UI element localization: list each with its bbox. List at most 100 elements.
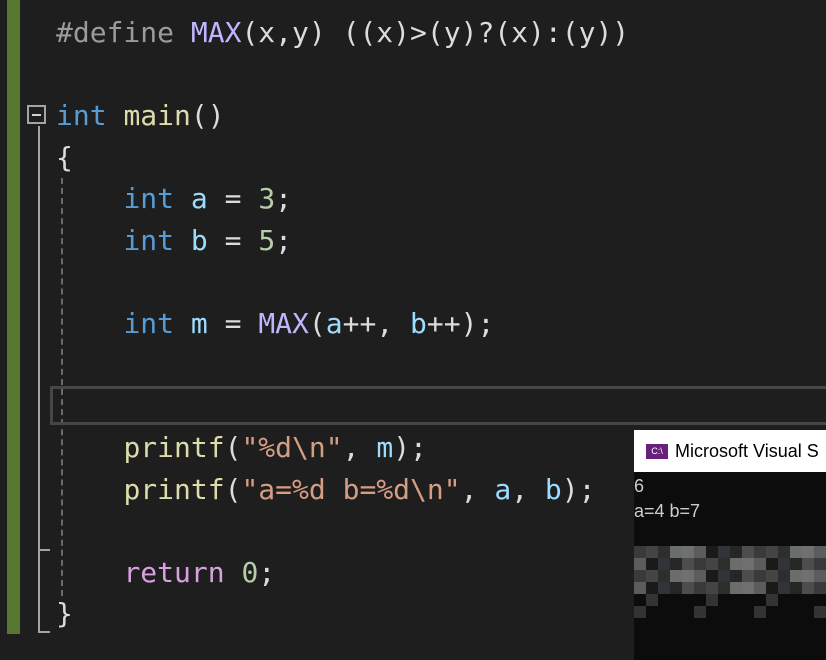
mosaic-cell — [706, 546, 718, 558]
code-token: m — [190, 306, 208, 340]
mosaic-cell — [658, 594, 670, 606]
code-line[interactable]: int a = 3; — [56, 178, 292, 220]
mosaic-cell — [682, 546, 694, 558]
code-token: b — [410, 306, 427, 340]
code-token: (x,y) ((x)>(y)?(x):(y)) — [241, 16, 630, 49]
code-token: { — [56, 140, 73, 174]
mosaic-cell — [802, 582, 814, 594]
mosaic-cell — [790, 594, 802, 606]
mosaic-cell — [742, 594, 754, 606]
mosaic-cell — [694, 582, 706, 594]
code-line[interactable]: int m = MAX(a++, b++); — [56, 303, 494, 345]
code-token: , — [342, 431, 377, 464]
console-app-icon: C:\ — [646, 443, 668, 459]
mosaic-cell — [802, 546, 814, 558]
mosaic-cell — [658, 606, 670, 618]
mosaic-cell — [814, 606, 826, 618]
code-token: b — [190, 223, 208, 257]
code-token: ; — [275, 182, 293, 215]
mosaic-cell — [814, 570, 826, 582]
mosaic-cell — [670, 558, 682, 570]
mosaic-cell — [682, 594, 694, 606]
blurred-region — [634, 546, 826, 618]
mosaic-cell — [790, 570, 802, 582]
collapse-icon[interactable] — [27, 105, 46, 124]
code-token: m — [376, 431, 394, 464]
code-token: = — [207, 223, 259, 257]
code-token: int — [123, 306, 191, 340]
code-token: printf — [123, 472, 225, 506]
mosaic-cell — [718, 558, 730, 570]
mosaic-cell — [778, 546, 790, 558]
code-token: ++, — [342, 306, 411, 340]
mosaic-cell — [778, 594, 790, 606]
mosaic-cell — [754, 606, 766, 618]
mosaic-cell — [694, 558, 706, 570]
code-line[interactable]: int b = 5; — [56, 220, 292, 262]
mosaic-cell — [718, 606, 730, 618]
mosaic-cell — [706, 582, 718, 594]
mosaic-cell — [730, 570, 742, 582]
code-line[interactable]: printf("a=%d b=%d\n", a, b); — [56, 469, 595, 511]
console-window[interactable]: C:\ Microsoft Visual S 6 a=4 b=7 — [634, 430, 826, 660]
mosaic-cell — [706, 570, 718, 582]
change-margin-bar — [7, 0, 20, 634]
mosaic-cell — [742, 606, 754, 618]
mosaic-cell — [658, 582, 670, 594]
mosaic-cell — [766, 582, 778, 594]
mosaic-cell — [790, 582, 802, 594]
mosaic-cell — [778, 606, 790, 618]
mosaic-cell — [778, 582, 790, 594]
mosaic-cell — [814, 594, 826, 606]
mosaic-cell — [766, 558, 778, 570]
code-token: b — [544, 472, 562, 506]
mosaic-cell — [634, 582, 646, 594]
code-token: ); — [393, 431, 427, 464]
code-token: , — [511, 472, 545, 506]
code-token: 3 — [258, 182, 276, 215]
mosaic-cell — [658, 546, 670, 558]
mosaic-cell — [646, 546, 658, 558]
code-line[interactable]: return 0; — [56, 552, 275, 594]
mosaic-cell — [790, 546, 802, 558]
mosaic-cell — [670, 546, 682, 558]
mosaic-cell — [682, 558, 694, 570]
mosaic-cell — [742, 570, 754, 582]
mosaic-cell — [754, 570, 766, 582]
code-token: a — [494, 472, 512, 506]
code-token: MAX — [258, 306, 309, 340]
code-line[interactable]: #define MAX(x,y) ((x)>(y)?(x):(y)) — [56, 12, 629, 54]
console-output-line: a=4 b=7 — [634, 501, 701, 521]
mosaic-cell — [682, 606, 694, 618]
code-line[interactable]: } — [56, 593, 73, 635]
mosaic-cell — [646, 570, 658, 582]
mosaic-cell — [814, 582, 826, 594]
mosaic-cell — [754, 546, 766, 558]
code-token: "a=%d b=%d\n" — [241, 472, 461, 506]
mosaic-cell — [634, 606, 646, 618]
code-line[interactable]: { — [56, 137, 73, 179]
code-token: ; — [275, 223, 293, 257]
mosaic-cell — [730, 582, 742, 594]
code-token: ( — [308, 306, 326, 340]
mosaic-cell — [694, 594, 706, 606]
code-token: ); — [561, 472, 596, 506]
code-token: 5 — [258, 223, 276, 257]
code-line[interactable]: printf("%d\n", m); — [56, 427, 427, 469]
mosaic-cell — [766, 546, 778, 558]
mosaic-cell — [670, 582, 682, 594]
code-line[interactable]: int main() — [56, 95, 225, 137]
fold-region-tick — [38, 549, 50, 551]
code-token: main — [123, 99, 191, 132]
console-title-bar[interactable]: C:\ Microsoft Visual S — [634, 430, 826, 472]
mosaic-cell — [766, 606, 778, 618]
code-token: ++); — [426, 306, 495, 340]
mosaic-cell — [754, 582, 766, 594]
code-token: #define — [56, 16, 191, 49]
fold-region-end — [38, 631, 50, 633]
code-token: MAX — [190, 16, 242, 49]
code-token: = — [207, 182, 259, 215]
